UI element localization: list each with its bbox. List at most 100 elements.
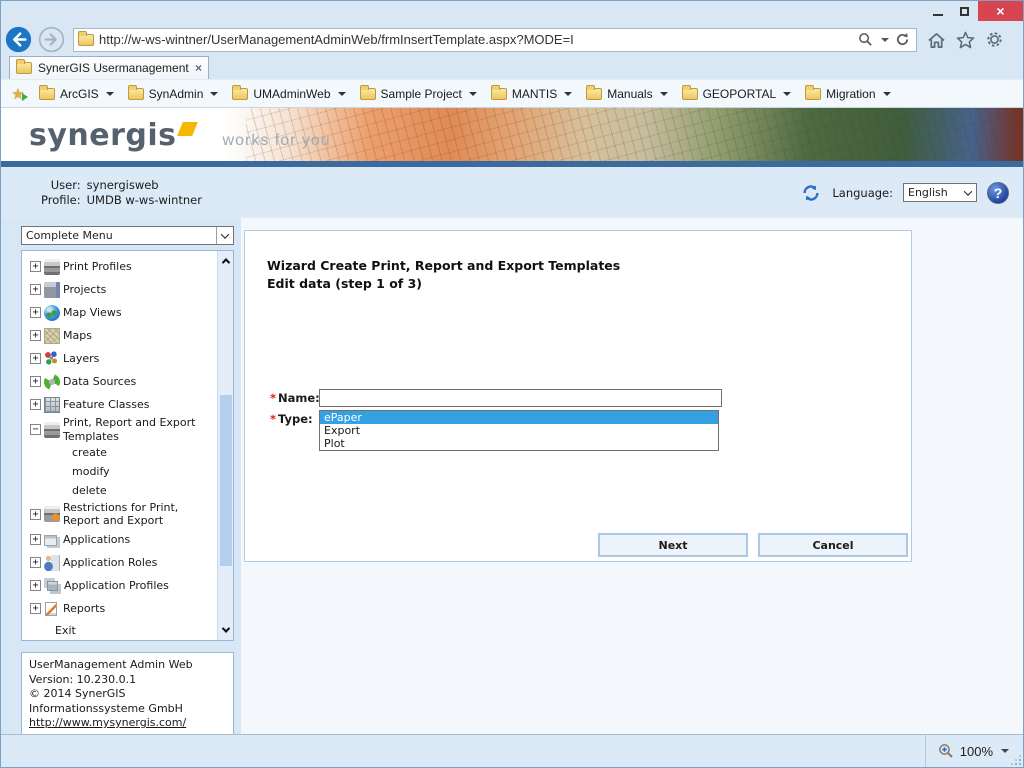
favorites-star-icon[interactable] <box>956 31 975 49</box>
expand-icon[interactable]: + <box>30 261 41 272</box>
forward-button[interactable] <box>38 26 65 53</box>
cancel-button[interactable]: Cancel <box>758 533 908 557</box>
expand-icon[interactable]: + <box>30 534 41 545</box>
settings-gear-icon[interactable] <box>985 30 1004 49</box>
star-glyph: ★ <box>11 86 24 103</box>
sidebar-item-map-views[interactable]: +Map Views <box>30 301 212 324</box>
map-icon <box>44 328 60 344</box>
tree-item-label: Data Sources <box>63 375 136 389</box>
help-button[interactable]: ? <box>987 182 1009 204</box>
expand-icon[interactable]: + <box>30 580 41 591</box>
sidebar-item-modify[interactable]: modify <box>30 463 212 482</box>
type-option-plot[interactable]: Plot <box>320 437 718 450</box>
printer-icon <box>44 259 60 275</box>
scrollbar-thumb[interactable] <box>220 395 232 566</box>
chevron-down-icon <box>106 92 114 96</box>
tree-item-label: create <box>72 446 107 460</box>
zoom-dropdown-icon[interactable] <box>1001 749 1009 753</box>
tree-scrollbar[interactable] <box>217 251 233 640</box>
search-dropdown-icon[interactable] <box>881 38 889 42</box>
expand-icon[interactable]: + <box>30 509 41 520</box>
tree-item-label: Applications <box>63 533 130 547</box>
maximize-button[interactable] <box>951 1 978 21</box>
sidebar-item-data-sources[interactable]: + Data Sources <box>30 370 212 393</box>
expand-icon[interactable]: + <box>30 603 41 614</box>
tab-synergis-usermanagement[interactable]: SynerGIS Usermanagement ... × <box>9 56 209 79</box>
sidebar-item-print-profiles[interactable]: + Print Profiles <box>30 255 212 278</box>
menu-mode-select[interactable]: Complete Menu <box>21 226 234 245</box>
maximize-icon <box>960 7 969 16</box>
sidebar-item-create[interactable]: create <box>30 444 212 463</box>
tree-item-label: Print Profiles <box>63 260 132 274</box>
resize-grip[interactable] <box>1011 755 1021 765</box>
sidebar-item-projects[interactable]: +Projects <box>30 278 212 301</box>
header-banner: synergis works for you <box>1 108 1023 161</box>
sidebar-item-print-report-and-export-templates[interactable]: −Print, Report and Export Templates <box>30 416 212 444</box>
name-input[interactable] <box>319 389 722 407</box>
favorites-item-umadminweb[interactable]: UMAdminWeb <box>226 84 353 104</box>
expand-icon[interactable]: + <box>30 307 41 318</box>
type-listbox[interactable]: ePaperExportPlot <box>319 410 719 451</box>
sidebar-tree-panel: +Print Profiles+Projects+Map Views+Maps+… <box>21 250 234 641</box>
expand-icon[interactable]: + <box>30 353 41 364</box>
type-option-export[interactable]: Export <box>320 424 718 437</box>
address-bar[interactable]: http://w-ws-wintner/UserManagementAdminW… <box>73 28 917 52</box>
favorites-item-sample-project[interactable]: Sample Project <box>354 84 485 104</box>
sidebar-item-maps[interactable]: + Maps <box>30 324 212 347</box>
refresh-icon[interactable] <box>895 32 910 47</box>
footer-link[interactable]: http://www.mysynergis.com/ <box>29 716 186 729</box>
sidebar-item-layers[interactable]: +Layers <box>30 347 212 370</box>
zoom-magnifier-icon <box>938 743 954 759</box>
reports-icon <box>45 602 57 616</box>
reload-profile-icon[interactable] <box>800 182 822 204</box>
sidebar-item-exit[interactable]: Exit <box>30 620 212 641</box>
scroll-down-icon[interactable] <box>218 622 234 638</box>
sidebar-item-applications[interactable]: + Applications <box>30 528 212 551</box>
scroll-up-icon[interactable] <box>218 253 234 269</box>
folder-icon <box>128 88 144 100</box>
tree-item-label: Maps <box>63 329 92 343</box>
tab-close-icon[interactable]: × <box>195 61 202 75</box>
favorites-item-synadmin[interactable]: SynAdmin <box>122 84 227 104</box>
back-button[interactable] <box>5 26 32 53</box>
favorites-item-manuals[interactable]: Manuals <box>580 84 675 104</box>
favorites-item-mantis[interactable]: MANTIS <box>485 84 580 104</box>
favorites-item-label: SynAdmin <box>149 87 204 101</box>
favorites-item-arcgis[interactable]: ArcGIS <box>33 84 122 104</box>
tab-bar: SynerGIS Usermanagement ... × <box>1 56 1023 79</box>
zoom-control[interactable]: 100% <box>925 735 1009 767</box>
expand-icon[interactable]: + <box>30 557 41 568</box>
add-favorite-icon[interactable]: ★ <box>7 85 29 103</box>
sidebar-item-restrictions-for-print-report-and-export[interactable]: + Restrictions for Print, Report and Expo… <box>30 501 212 529</box>
favorites-item-geoportal[interactable]: GEOPORTAL <box>676 84 800 104</box>
sidebar-item-application-profiles[interactable]: +Application Profiles <box>30 574 212 597</box>
footer-app-name: UserManagement Admin Web <box>29 658 226 673</box>
collapse-icon[interactable]: − <box>30 424 41 435</box>
close-button[interactable]: × <box>978 1 1023 21</box>
home-icon[interactable] <box>927 31 946 49</box>
folder-icon <box>682 88 698 100</box>
search-icon[interactable] <box>858 32 873 47</box>
expand-icon[interactable]: + <box>30 399 41 410</box>
browser-window: × http://w-ws-wintner/UserManagementAdmi… <box>0 0 1024 768</box>
language-select[interactable]: English <box>903 183 977 202</box>
minimize-button[interactable] <box>924 1 951 21</box>
favorites-item-migration[interactable]: Migration <box>799 84 898 104</box>
sidebar-item-delete[interactable]: delete <box>30 482 212 501</box>
wizard-subtitle: Edit data (step 1 of 3) <box>267 276 422 291</box>
folder-icon <box>586 88 602 100</box>
tree-item-label: Restrictions for Print, Report and Expor… <box>63 501 205 529</box>
help-icon: ? <box>994 185 1003 201</box>
folder-icon <box>805 88 821 100</box>
expand-icon[interactable]: + <box>30 284 41 295</box>
next-button[interactable]: Next <box>598 533 748 557</box>
tree-item-label: modify <box>72 465 110 479</box>
expand-icon[interactable]: + <box>30 376 41 387</box>
sidebar-item-reports[interactable]: +Reports <box>30 597 212 620</box>
expand-icon[interactable]: + <box>30 330 41 341</box>
sidebar-item-application-roles[interactable]: +Application Roles <box>30 551 212 574</box>
sidebar-item-feature-classes[interactable]: +Feature Classes <box>30 393 212 416</box>
type-option-epaper[interactable]: ePaper <box>320 411 718 424</box>
applications-icon <box>44 535 57 546</box>
url-text[interactable]: http://w-ws-wintner/UserManagementAdminW… <box>99 32 856 47</box>
